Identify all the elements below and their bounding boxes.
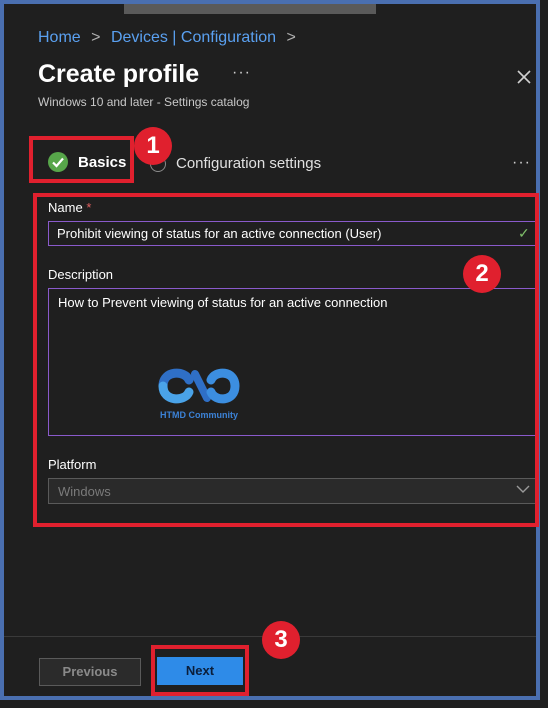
annotation-badge-2: 2 xyxy=(463,255,501,293)
annotation-badge-1: 1 xyxy=(134,127,172,165)
breadcrumb-home[interactable]: Home xyxy=(38,29,81,46)
breadcrumb-separator: > xyxy=(286,29,296,46)
page-title: Create profile xyxy=(38,60,200,88)
window-scrollbar-top[interactable] xyxy=(124,4,376,14)
previous-button[interactable]: Previous xyxy=(39,658,141,686)
close-icon[interactable] xyxy=(513,66,535,88)
tab-configuration-settings[interactable]: Configuration settings xyxy=(150,155,321,172)
breadcrumb-separator: > xyxy=(91,29,101,46)
annotation-box-basics xyxy=(29,136,134,183)
page-subtitle: Windows 10 and later - Settings catalog xyxy=(38,95,250,109)
breadcrumb-devices-configuration[interactable]: Devices | Configuration xyxy=(111,29,276,46)
annotation-badge-3: 3 xyxy=(262,621,300,659)
annotation-box-next xyxy=(151,645,249,696)
more-options-icon[interactable]: ··· xyxy=(232,64,251,82)
annotation-box-form xyxy=(33,193,539,527)
breadcrumb: Home > Devices | Configuration > xyxy=(38,29,302,47)
steps-more-icon[interactable]: ··· xyxy=(512,154,531,172)
tab-configuration-settings-label: Configuration settings xyxy=(176,155,322,172)
